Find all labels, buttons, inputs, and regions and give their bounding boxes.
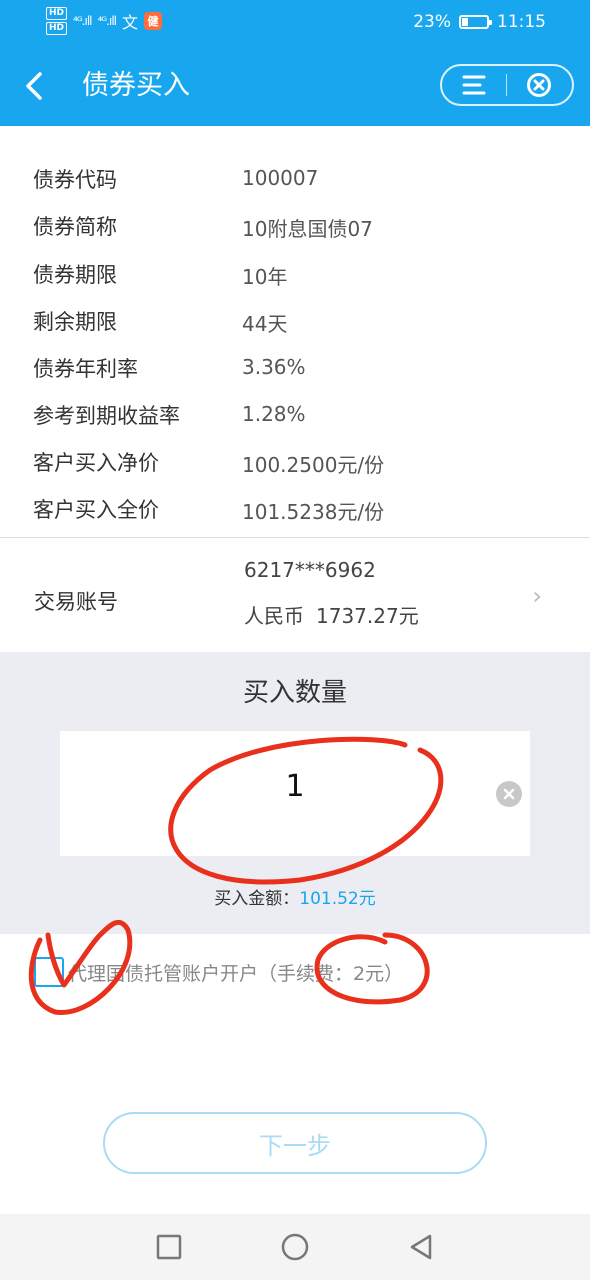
battery-icon bbox=[459, 15, 492, 29]
info-row-annual-rate: 债券年利率 3.36% bbox=[0, 343, 590, 390]
menu-icon bbox=[462, 75, 486, 95]
nav-bar: 债券买入 bbox=[0, 46, 590, 126]
info-row-yield: 参考到期收益率 1.28% bbox=[0, 390, 590, 437]
info-row-bond-term: 债券期限 10年 bbox=[0, 249, 590, 296]
custody-account-checkbox[interactable] bbox=[34, 957, 64, 987]
menu-button[interactable] bbox=[442, 66, 506, 104]
recent-apps-button[interactable] bbox=[154, 1232, 184, 1262]
info-row-full-price: 客户买入全价 101.5238元/份 bbox=[0, 484, 590, 531]
info-value: 10附息国债07 bbox=[242, 217, 373, 241]
clear-icon bbox=[503, 788, 515, 800]
quantity-value: 1 bbox=[285, 769, 305, 804]
info-value: 1.28% bbox=[242, 402, 306, 426]
trading-account-selector[interactable]: 交易账号 6217***6962 人民币 1737.27元 › bbox=[0, 538, 590, 652]
chevron-left-icon bbox=[26, 72, 42, 100]
info-row-bond-name: 债券简称 10附息国债07 bbox=[0, 201, 590, 248]
status-right: 23% 11:15 bbox=[413, 12, 546, 32]
info-value: 100007 bbox=[242, 166, 319, 190]
custody-account-option: 代理国债托管账户开户（手续费：2元） bbox=[0, 942, 590, 1002]
info-label: 客户买入全价 bbox=[33, 498, 159, 522]
circle-icon bbox=[281, 1233, 309, 1261]
home-button[interactable] bbox=[280, 1232, 310, 1262]
battery-level bbox=[462, 18, 468, 26]
account-currency: 人民币 bbox=[244, 604, 304, 628]
signal-icon-1: ⁴ᴳ.ıll bbox=[73, 14, 93, 28]
account-balance-amount: 1737.27元 bbox=[316, 604, 419, 628]
info-label: 债券代码 bbox=[33, 168, 117, 192]
account-number: 6217***6962 bbox=[244, 558, 376, 582]
purchase-amount: 买入金额：101.52元 bbox=[0, 884, 590, 909]
hd-icon-bottom: HD bbox=[46, 22, 68, 35]
app-notification-icon: 健 bbox=[144, 12, 162, 30]
info-label: 客户买入净价 bbox=[33, 451, 159, 475]
page-title: 债券买入 bbox=[82, 70, 190, 101]
purchase-amount-label: 买入金额： bbox=[214, 889, 300, 909]
bond-info-list: 债券代码 100007 债券简称 10附息国债07 债券期限 10年 剩余期限 … bbox=[0, 126, 590, 536]
info-row-bond-code: 债券代码 100007 bbox=[0, 154, 590, 201]
back-system-button[interactable] bbox=[406, 1232, 436, 1262]
notification-icon: 文 bbox=[121, 13, 138, 32]
next-step-button[interactable]: 下一步 bbox=[103, 1112, 487, 1174]
battery-percent: 23% bbox=[413, 12, 451, 32]
square-icon bbox=[156, 1234, 182, 1260]
hd-icon-top: HD bbox=[46, 7, 68, 20]
info-label: 债券简称 bbox=[33, 215, 117, 239]
info-label: 债券期限 bbox=[33, 263, 117, 287]
info-value: 100.2500元/份 bbox=[242, 453, 385, 477]
chevron-right-icon: › bbox=[532, 582, 542, 610]
triangle-back-icon bbox=[410, 1234, 432, 1260]
status-left: HD HD ⁴ᴳ.ıll ⁴ᴳ.ıll 文 健 bbox=[46, 7, 162, 35]
back-button[interactable] bbox=[22, 68, 52, 104]
clear-input-button[interactable] bbox=[496, 781, 522, 807]
system-navigation-bar bbox=[0, 1214, 590, 1280]
info-value: 10年 bbox=[242, 265, 288, 289]
mini-program-capsule bbox=[440, 64, 574, 106]
purchase-amount-value: 101.52元 bbox=[299, 889, 376, 909]
signal-icon-2: ⁴ᴳ.ıll bbox=[97, 14, 118, 28]
info-value: 44天 bbox=[242, 312, 288, 336]
clock: 11:15 bbox=[497, 12, 546, 32]
custody-account-label: 代理国债托管账户开户（手续费：2元） bbox=[68, 963, 404, 985]
quantity-section: 买入数量 1 买入金额：101.52元 bbox=[0, 652, 590, 934]
close-mini-program-button[interactable] bbox=[507, 66, 571, 104]
quantity-input[interactable]: 1 bbox=[60, 731, 530, 856]
info-label: 债券年利率 bbox=[33, 357, 138, 381]
info-value: 101.5238元/份 bbox=[242, 500, 385, 524]
info-row-net-price: 客户买入净价 100.2500元/份 bbox=[0, 437, 590, 484]
quantity-title: 买入数量 bbox=[242, 678, 347, 708]
info-label: 剩余期限 bbox=[33, 310, 117, 334]
status-bar: HD HD ⁴ᴳ.ıll ⁴ᴳ.ıll 文 健 23% 11:15 bbox=[0, 0, 590, 46]
hd-indicators: HD HD bbox=[46, 7, 68, 35]
account-balance: 人民币 1737.27元 bbox=[244, 600, 419, 629]
close-circle-icon bbox=[527, 73, 551, 97]
info-label: 参考到期收益率 bbox=[33, 404, 180, 428]
info-row-remaining-term: 剩余期限 44天 bbox=[0, 296, 590, 343]
account-label: 交易账号 bbox=[34, 590, 118, 614]
info-value: 3.36% bbox=[242, 355, 306, 379]
